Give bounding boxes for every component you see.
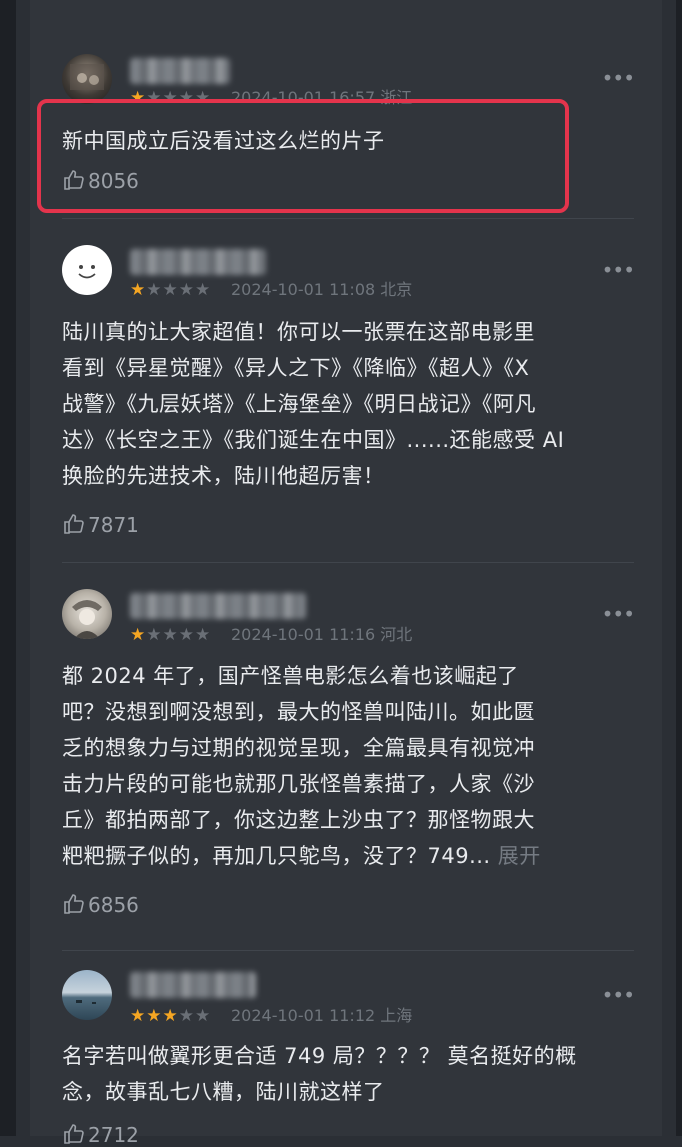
comment-line: 战警》《九层妖塔》《上海堡垒》《明日战记》《阿凡 [62,392,536,416]
more-dots-icon[interactable]: ••• [602,604,635,624]
like-button[interactable]: 2712 [62,1122,139,1147]
comment-line: 乏的想象力与过期的视觉呈现，全篇最具有视觉冲 [62,736,535,760]
star-icon: ★★★ [130,1006,179,1026]
comment-line: 名字若叫做翼形更合适 749 局？？？？ 莫名挺好的概 [62,1044,577,1068]
username-blurred[interactable] [130,593,306,619]
highlight-box [37,99,569,213]
comment-line: 吧？没想到啊没想到，最大的怪兽叫陆川。如此匮 [62,700,535,724]
comment-meta: 2024-10-01 11:16 河北 [231,625,413,644]
comment-item-2: ★★★★★ 2024-10-01 11:08 北京 ••• 陆川真的让大家超值！… [30,218,662,562]
comment-text: 名字若叫做翼形更合适 749 局？？？？ 莫名挺好的概 念，故事乱七八糟，陆川就… [62,1038,630,1110]
like-count: 6856 [88,893,139,917]
like-count: 7871 [88,513,139,537]
star-icon: ★ [130,280,147,300]
rating-stars: ★★★★★ [130,280,211,300]
thumbs-up-icon [64,514,84,534]
rating-stars: ★★★★★ [130,625,211,645]
star-icon: ★★ [178,1006,212,1026]
comment-line: 换脸的先进技术，陆川他超厉害！ [62,464,385,488]
rating-stars: ★★★★★ [130,1006,211,1026]
comment-line: 看到《异星觉醒》《异人之下》《降临》《超人》《X [62,356,530,380]
comment-item-4: ★★★★★ 2024-10-01 11:12 上海 ••• 名字若叫做翼形更合适… [30,950,662,1147]
comment-line: 粑粑撅子似的，再加几只鸵鸟，没了？749... [62,844,491,868]
more-dots-icon[interactable]: ••• [602,68,635,88]
like-button[interactable]: 6856 [62,892,139,917]
comment-meta: 2024-10-01 11:08 北京 [231,280,413,299]
like-count: 2712 [88,1123,139,1147]
comment-line: 丘》都拍两部了，你这边整上沙虫了？那怪物跟大 [62,808,535,832]
comment-line: 都 2024 年了，国产怪兽电影怎么着也该崛起了 [62,664,519,688]
comment-item-3: ★★★★★ 2024-10-01 11:16 河北 ••• 都 2024 年了，… [30,562,662,950]
left-edge [0,0,16,1136]
username-blurred[interactable] [130,58,230,84]
star-icon: ★ [130,625,147,645]
top-edge [30,0,662,10]
more-dots-icon[interactable]: ••• [602,985,635,1005]
comment-line: 击力片段的可能也就那几张怪兽素描了，人家《沙 [62,772,535,796]
comment-line: 陆川真的让大家超值！你可以一张票在这部电影里 [62,320,535,344]
comment-meta: 2024-10-01 11:12 上海 [231,1006,413,1025]
expand-link[interactable]: 展开 [498,844,541,868]
avatar[interactable] [62,589,112,639]
comment-text: 都 2024 年了，国产怪兽电影怎么着也该崛起了 吧？没想到啊没想到，最大的怪兽… [62,658,630,874]
like-button[interactable]: 7871 [62,512,139,537]
username-blurred[interactable] [130,249,266,275]
username-blurred[interactable] [130,972,256,998]
comment-text: 陆川真的让大家超值！你可以一张票在这部电影里 看到《异星觉醒》《异人之下》《降临… [62,314,630,494]
comment-line: 念，故事乱七八糟，陆川就这样了 [62,1080,385,1104]
avatar[interactable] [62,245,112,295]
right-edge [676,0,682,1136]
thumbs-up-icon [64,894,84,914]
thumbs-up-icon [64,1124,84,1144]
avatar[interactable] [62,970,112,1020]
avatar[interactable] [62,54,112,104]
star-icon: ★★★★ [146,625,212,645]
comment-line: 达》《长空之王》《我们诞生在中国》......还能感受 AI [62,428,565,452]
more-dots-icon[interactable]: ••• [602,260,635,280]
star-icon: ★★★★ [146,280,212,300]
